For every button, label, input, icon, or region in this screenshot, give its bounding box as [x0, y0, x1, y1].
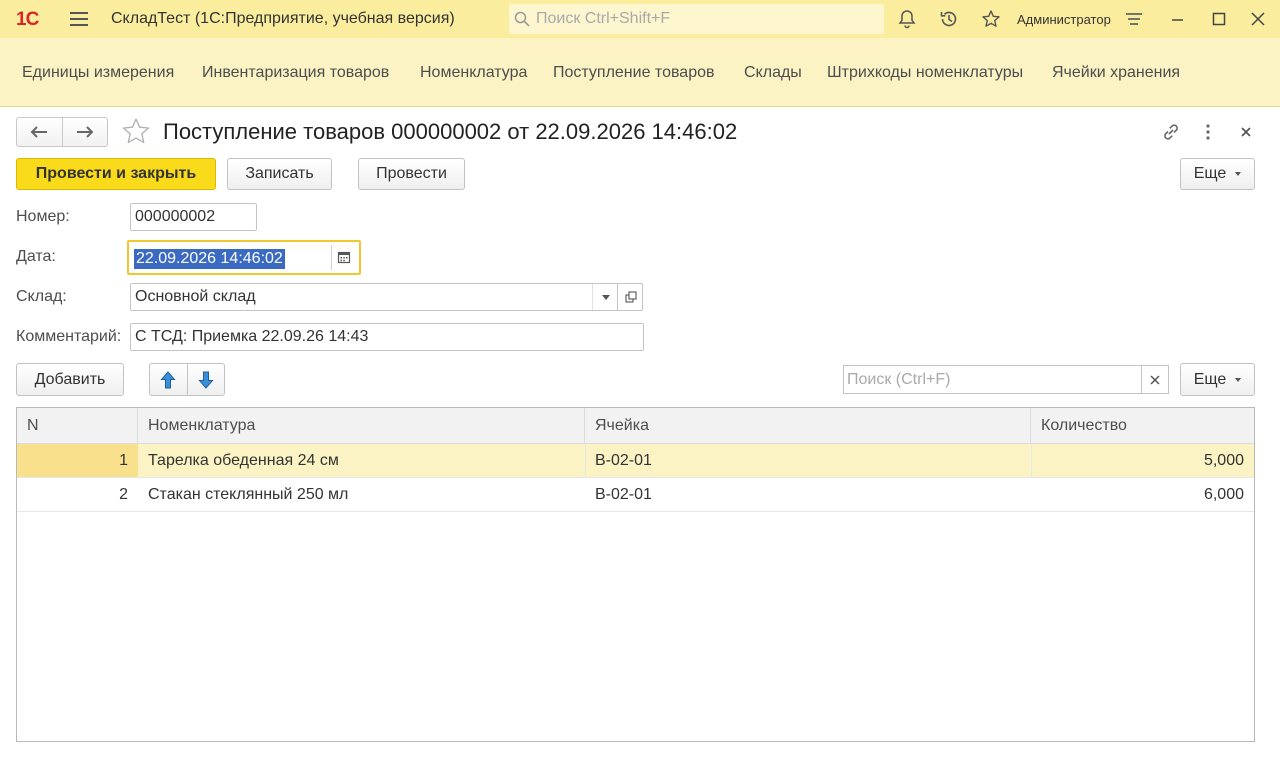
chevron-down-icon — [1235, 172, 1242, 176]
section-barcodes[interactable]: Штрихкоды номенклатуры — [827, 64, 1023, 82]
current-user[interactable]: Администратор — [1017, 12, 1111, 27]
forward-button[interactable] — [61, 118, 108, 146]
arrow-left-icon — [30, 126, 48, 138]
more-actions-icon[interactable] — [1197, 121, 1219, 143]
settings-menu-icon[interactable] — [1124, 9, 1144, 29]
back-button[interactable] — [17, 118, 62, 146]
section-inventory[interactable]: Инвентаризация товаров — [202, 64, 389, 82]
row-nomenclature: Тарелка обеденная 24 см — [148, 451, 339, 469]
table-more-label: Еще — [1193, 370, 1227, 388]
date-label: Дата: — [16, 248, 56, 265]
close-window-icon[interactable] — [1248, 9, 1268, 29]
section-nomenclature[interactable]: Номенклатура — [420, 64, 527, 82]
column-header-quantity[interactable]: Количество — [1031, 408, 1254, 444]
calendar-icon[interactable] — [337, 250, 351, 264]
form-title: Поступление товаров 000000002 от 22.09.2… — [163, 119, 738, 144]
warehouse-dropdown-button[interactable] — [592, 284, 618, 310]
arrow-down-icon — [198, 371, 214, 389]
chevron-down-icon — [601, 294, 610, 300]
more-button-label: Еще — [1193, 165, 1227, 182]
warehouse-field[interactable]: Основной склад — [130, 283, 643, 311]
global-search-placeholder: Поиск Ctrl+Shift+F — [536, 10, 671, 27]
chevron-down-icon — [1235, 377, 1242, 382]
minimize-icon[interactable] — [1168, 9, 1188, 29]
main-menu-icon[interactable] — [70, 12, 88, 26]
comment-field[interactable]: С ТСД: Приемка 22.09.26 14:43 — [130, 323, 644, 351]
search-icon — [514, 11, 530, 27]
post-and-close-button[interactable]: Провести и закрыть — [16, 158, 216, 190]
post-button[interactable]: Провести — [358, 158, 465, 190]
row-number: 2 — [119, 485, 128, 503]
title-bar: 1С СкладТест (1С:Предприятие, учебная ве… — [0, 0, 1280, 38]
column-header-n[interactable]: N — [17, 408, 138, 444]
more-button[interactable]: Еще — [1180, 158, 1255, 190]
sections-panel: Единицы измерения Инвентаризация товаров… — [0, 38, 1280, 107]
table-more-button[interactable]: Еще — [1180, 363, 1255, 396]
table-row[interactable]: 1 Тарелка обеденная 24 см B-02-01 5,000 — [17, 444, 1254, 478]
row-nomenclature: Стакан стеклянный 250 мл — [148, 485, 349, 503]
warehouse-label: Склад: — [16, 288, 67, 305]
add-to-favorites-star-icon[interactable] — [121, 117, 151, 147]
comment-label: Комментарий: — [16, 328, 122, 345]
clear-icon — [1150, 374, 1160, 385]
app-logo[interactable]: 1С — [16, 9, 39, 31]
move-down-button[interactable] — [186, 364, 225, 395]
reorder-buttons — [149, 363, 225, 396]
arrow-right-icon — [76, 126, 94, 138]
arrow-up-icon — [160, 370, 176, 388]
number-label: Номер: — [16, 208, 70, 225]
row-number: 1 — [17, 444, 138, 477]
link-icon[interactable] — [1160, 121, 1182, 143]
row-quantity: 5,000 — [1203, 451, 1244, 469]
table-search-input[interactable]: Поиск (Ctrl+F) — [843, 365, 1169, 394]
number-field[interactable]: 000000002 — [130, 203, 257, 231]
goods-table[interactable]: N Номенклатура Ячейка Количество 1 Тарел… — [16, 407, 1255, 742]
warehouse-open-button[interactable] — [617, 284, 643, 310]
add-row-button[interactable]: Добавить — [16, 363, 124, 396]
history-icon[interactable] — [939, 9, 959, 29]
date-field[interactable]: 22.09.2026 14:46:02 — [127, 240, 361, 275]
section-units[interactable]: Единицы измерения — [22, 64, 174, 82]
table-header: N Номенклатура Ячейка Количество — [17, 408, 1254, 444]
column-header-cell[interactable]: Ячейка — [585, 408, 1031, 444]
section-storage-cells[interactable]: Ячейки хранения — [1052, 64, 1180, 82]
notifications-bell-icon[interactable] — [897, 9, 917, 29]
favorites-star-icon[interactable] — [981, 9, 1001, 29]
date-field-value: 22.09.2026 14:46:02 — [134, 249, 285, 269]
section-warehouses[interactable]: Склады — [744, 64, 802, 82]
row-cell: B-02-01 — [595, 485, 652, 503]
global-search-input[interactable]: Поиск Ctrl+Shift+F — [509, 4, 884, 34]
open-window-icon — [624, 291, 637, 303]
warehouse-field-value: Основной склад — [135, 288, 256, 305]
move-up-button[interactable] — [150, 364, 187, 395]
maximize-icon[interactable] — [1209, 9, 1229, 29]
column-header-nomenclature[interactable]: Номенклатура — [138, 408, 585, 444]
date-field-divider — [331, 245, 332, 270]
app-title: СкладТест (1С:Предприятие, учебная верси… — [111, 10, 455, 27]
close-form-icon[interactable] — [1235, 121, 1257, 143]
save-button[interactable]: Записать — [227, 158, 332, 190]
row-quantity: 6,000 — [1203, 485, 1244, 503]
section-goods-receipt[interactable]: Поступление товаров — [553, 64, 714, 82]
table-row[interactable]: 2 Стакан стеклянный 250 мл B-02-01 6,000 — [17, 478, 1254, 512]
row-cell: B-02-01 — [595, 451, 652, 469]
table-search-placeholder: Поиск (Ctrl+F) — [847, 370, 951, 388]
clear-search-button[interactable] — [1141, 366, 1168, 393]
history-nav — [16, 117, 108, 147]
